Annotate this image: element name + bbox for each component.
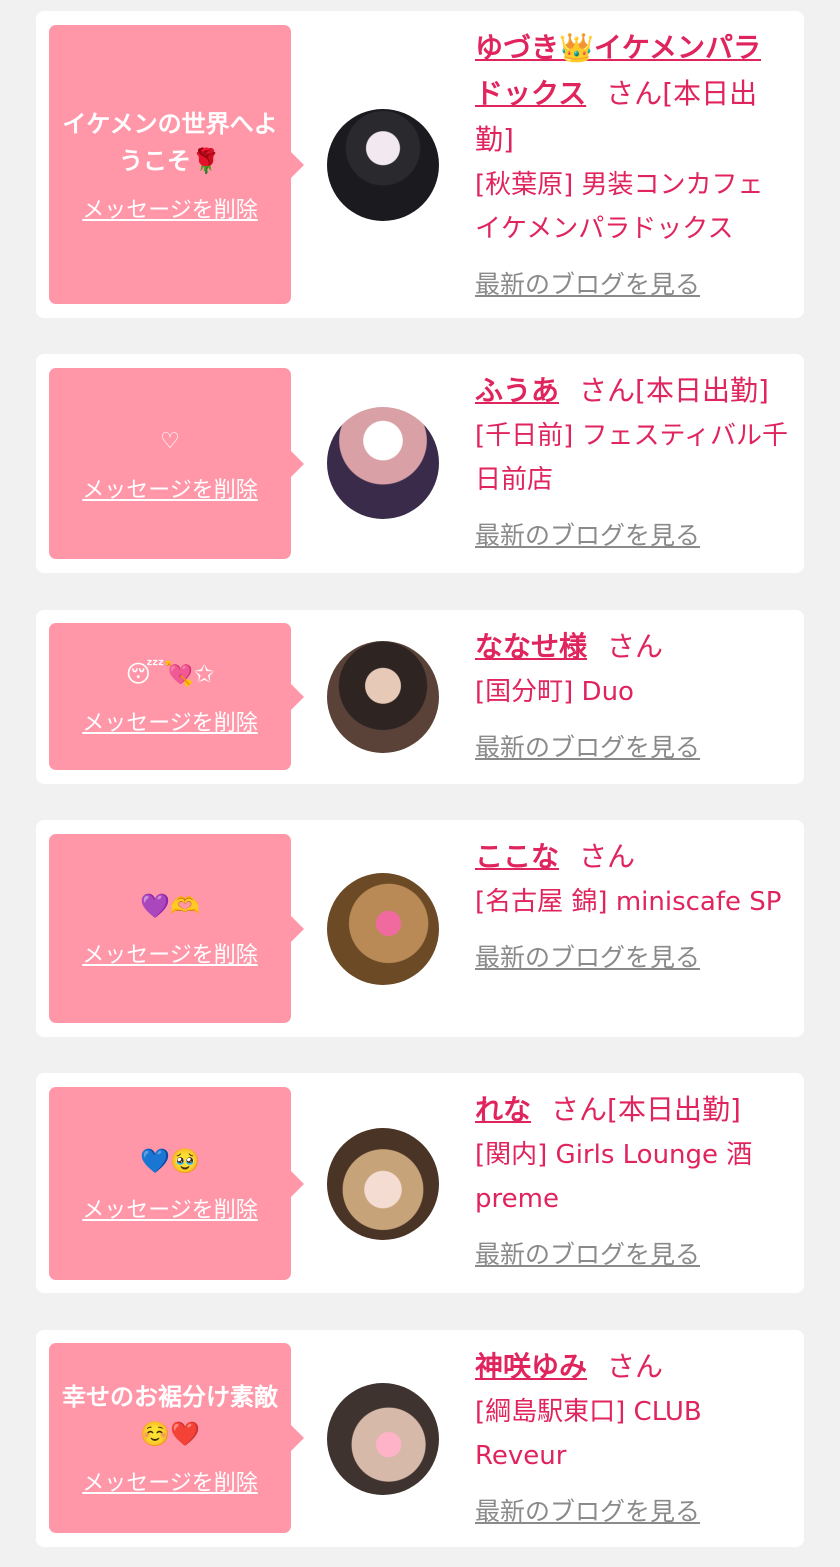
delete-message-link[interactable]: メッセージを削除 [82, 937, 258, 969]
shop-info: [秋葉原] 男装コンカフェイケメンパラドックス [475, 170, 764, 244]
message-bubble: 💙🥹 メッセージを削除 [49, 1087, 304, 1280]
cast-name-link[interactable]: れな [475, 1093, 531, 1126]
avatar[interactable] [327, 109, 439, 221]
message-card: 💜🫶 メッセージを削除 ここな さん [名古屋 錦] miniscafe SP 最… [36, 820, 804, 1037]
message-card: 💙🥹 メッセージを削除 れな さん[本日出勤] [関内] Girls Lounge… [36, 1073, 804, 1293]
delete-message-link[interactable]: メッセージを削除 [82, 1192, 258, 1224]
shop-info: [関内] Girls Lounge 酒preme [475, 1140, 753, 1214]
message-bubble: イケメンの世界へようこそ🌹 メッセージを削除 [49, 25, 304, 304]
message-card: 😴💘✩ メッセージを削除 ななせ様 さん [国分町] Duo 最新のブログを見る [36, 610, 804, 784]
message-text: 💜🫶 [140, 892, 200, 920]
honorific: さん [606, 77, 663, 110]
avatar[interactable] [327, 1128, 439, 1240]
message-text: 幸せのお裾分け素敵☺️❤️ [62, 1383, 278, 1448]
status-text: [本日出勤] [607, 1093, 741, 1126]
message-bubble: 幸せのお裾分け素敵☺️❤️ メッセージを削除 [49, 1343, 304, 1533]
avatar[interactable] [327, 641, 439, 753]
honorific: さん [607, 1350, 664, 1383]
avatar[interactable] [327, 873, 439, 985]
latest-blog-link[interactable]: 最新のブログを見る [475, 728, 700, 764]
delete-message-link[interactable]: メッセージを削除 [82, 472, 258, 504]
cast-name-link[interactable]: ここな [475, 840, 559, 873]
cast-name-link[interactable]: 神咲ゆみ [475, 1350, 587, 1383]
message-text: イケメンの世界へようこそ🌹 [62, 109, 278, 175]
avatar[interactable] [327, 407, 439, 519]
cast-name-link[interactable]: ななせ様 [475, 630, 587, 663]
shop-info: [千日前] フェスティバル千日前店 [475, 421, 788, 495]
delete-message-link[interactable]: メッセージを削除 [82, 1465, 258, 1497]
message-bubble: 😴💘✩ メッセージを削除 [49, 623, 304, 770]
message-card: 幸せのお裾分け素敵☺️❤️ メッセージを削除 神咲ゆみ さん [綱島駅東口] CL… [36, 1330, 804, 1547]
message-text: ♡ [160, 429, 180, 454]
latest-blog-link[interactable]: 最新のブログを見る [475, 516, 700, 552]
message-text: 😴💘✩ [125, 660, 215, 688]
delete-message-link[interactable]: メッセージを削除 [82, 192, 258, 224]
latest-blog-link[interactable]: 最新のブログを見る [475, 1492, 700, 1528]
latest-blog-link[interactable]: 最新のブログを見る [475, 938, 700, 974]
shop-info: [国分町] Duo [475, 677, 634, 707]
honorific: さん [551, 1093, 608, 1126]
honorific: さん [607, 630, 664, 663]
delete-message-link[interactable]: メッセージを削除 [82, 705, 258, 737]
latest-blog-link[interactable]: 最新のブログを見る [475, 265, 700, 301]
message-bubble: ♡ メッセージを削除 [49, 368, 304, 559]
message-bubble: 💜🫶 メッセージを削除 [49, 834, 304, 1023]
status-text: [本日出勤] [635, 374, 769, 407]
cast-name-link[interactable]: ふうあ [475, 374, 559, 407]
avatar[interactable] [327, 1383, 439, 1495]
honorific: さん [579, 840, 636, 873]
shop-info: [綱島駅東口] CLUB Reveur [475, 1397, 702, 1471]
message-text: 💙🥹 [140, 1147, 200, 1175]
message-card: ♡ メッセージを削除 ふうあ さん[本日出勤] [千日前] フェスティバル千日前店… [36, 354, 804, 573]
honorific: さん [579, 374, 636, 407]
message-card: イケメンの世界へようこそ🌹 メッセージを削除 ゆづき👑イケメンパラドックス さん[… [36, 11, 804, 318]
shop-info: [名古屋 錦] miniscafe SP [475, 887, 782, 917]
latest-blog-link[interactable]: 最新のブログを見る [475, 1235, 700, 1271]
